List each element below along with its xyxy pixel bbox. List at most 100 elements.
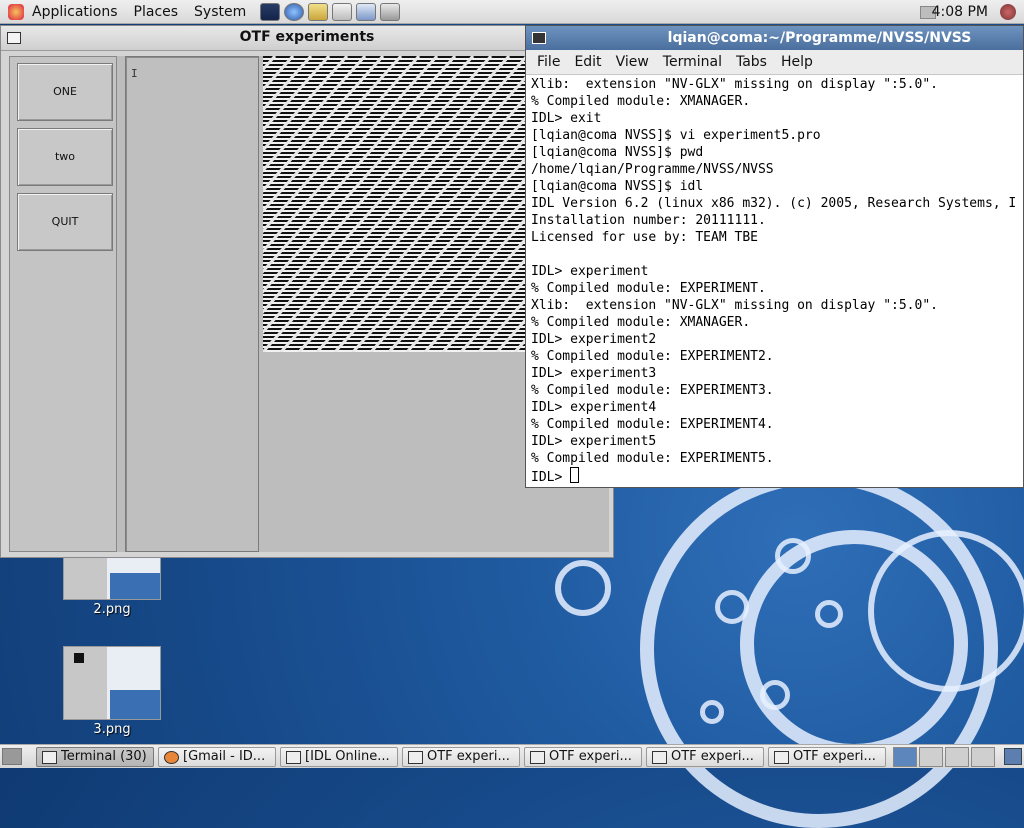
menu-tabs[interactable]: Tabs	[729, 54, 774, 70]
one-button[interactable]: ONE	[17, 63, 113, 121]
task-idl-online[interactable]: [IDL Online...	[280, 747, 398, 767]
window-title: OTF experiments	[239, 29, 375, 45]
window-title: lqian@coma:~/Programme/NVSS/NVSS	[667, 30, 972, 46]
mail-launcher-icon[interactable]	[308, 2, 329, 21]
stripe-line	[263, 196, 527, 198]
menu-edit[interactable]: Edit	[567, 54, 608, 70]
task-terminal[interactable]: Terminal (30)	[36, 747, 154, 767]
stripe-line	[263, 236, 527, 238]
terminal-line: % Compiled module: XMANAGER.	[531, 315, 751, 330]
text-editor-launcher-icon[interactable]	[332, 2, 353, 21]
stripe-line	[263, 252, 527, 254]
stripe-line	[263, 316, 527, 318]
text-cursor-icon: I	[131, 67, 138, 80]
desktop-icon-label: 2.png	[93, 602, 131, 617]
menu-terminal[interactable]: Terminal	[656, 54, 729, 70]
bottom-panel: Terminal (30) [Gmail - ID... [IDL Online…	[0, 744, 1024, 768]
help-icon	[286, 751, 301, 764]
terminal-line: [lqian@coma NVSS]$ vi experiment5.pro	[531, 128, 821, 143]
wallpaper-dot	[815, 600, 843, 628]
terminal-line: IDL> exit	[531, 111, 602, 126]
stripe-line	[263, 296, 527, 298]
stripe-line	[263, 56, 527, 58]
task-label: [IDL Online...	[305, 749, 390, 764]
draw-area-stripes	[263, 56, 527, 352]
stripe-line	[263, 136, 527, 138]
panel-clock[interactable]: 4:08 PM	[932, 0, 988, 24]
menu-view[interactable]: View	[609, 54, 656, 70]
terminal-line: Installation number: 20111111.	[531, 213, 766, 228]
terminal-line: % Compiled module: XMANAGER.	[531, 94, 751, 109]
web-browser-launcher-icon[interactable]	[284, 2, 305, 21]
terminal-line: IDL Version 6.2 (linux x86 m32). (c) 200…	[531, 196, 1017, 211]
stripe-line	[263, 156, 527, 158]
network-launcher-icon[interactable]	[380, 2, 401, 21]
terminal-line: Xlib: extension "NV-GLX" missing on disp…	[531, 77, 938, 92]
menu-applications[interactable]: Applications	[24, 0, 126, 24]
task-label: Terminal (30)	[61, 749, 147, 764]
wallpaper-dot	[760, 680, 790, 710]
task-otf-1[interactable]: OTF experi...	[402, 747, 520, 767]
text-area[interactable]: I	[125, 56, 259, 552]
desktop-icon-label: 3.png	[93, 722, 131, 737]
terminal-line: /home/lqian/Programme/NVSS/NVSS	[531, 162, 774, 177]
stripe-line	[263, 108, 527, 110]
terminal-menubar: File Edit View Terminal Tabs Help	[526, 50, 1023, 75]
task-label: OTF experi...	[427, 749, 510, 764]
terminal-line: IDL> experiment5	[531, 434, 657, 449]
terminal-line: % Compiled module: EXPERIMENT3.	[531, 383, 774, 398]
terminal-line: [lqian@coma NVSS]$ idl	[531, 179, 704, 194]
terminal-launcher-icon[interactable]	[260, 2, 281, 21]
window-icon	[652, 751, 667, 764]
task-otf-3[interactable]: OTF experi...	[646, 747, 764, 767]
workspace-2[interactable]	[919, 747, 943, 767]
window-titlebar[interactable]: lqian@coma:~/Programme/NVSS/NVSS	[526, 26, 1023, 50]
stripe-line	[263, 292, 527, 294]
terminal-window: lqian@coma:~/Programme/NVSS/NVSS File Ed…	[525, 25, 1024, 488]
volume-icon[interactable]	[1000, 4, 1016, 20]
menu-help[interactable]: Help	[774, 54, 820, 70]
stripe-line	[263, 128, 527, 130]
menu-places[interactable]: Places	[126, 0, 187, 24]
trash-icon[interactable]	[1004, 748, 1022, 765]
terminal-cursor	[570, 467, 580, 483]
terminal-prompt-line[interactable]: IDL>	[531, 467, 1021, 484]
show-desktop-icon[interactable]	[2, 748, 22, 765]
menu-file[interactable]: File	[530, 54, 567, 70]
stripe-line	[263, 132, 527, 134]
wallpaper-dot	[700, 700, 724, 724]
wallpaper-dot	[775, 538, 811, 574]
quit-button[interactable]: QUIT	[17, 193, 113, 251]
desktop-icon-3png[interactable]: 3.png	[62, 646, 162, 737]
workspace-1[interactable]	[893, 747, 917, 767]
terminal-line: % Compiled module: EXPERIMENT4.	[531, 417, 774, 432]
terminal-output[interactable]: Xlib: extension "NV-GLX" missing on disp…	[531, 76, 1021, 484]
menu-system[interactable]: System	[186, 0, 254, 24]
workspace-4[interactable]	[971, 747, 995, 767]
workspace-3[interactable]	[945, 747, 969, 767]
thumbnail	[63, 646, 161, 720]
window-icon	[774, 751, 789, 764]
terminal-prompt: IDL>	[531, 470, 571, 484]
notes-launcher-icon[interactable]	[356, 2, 377, 21]
stripe-line	[263, 68, 527, 70]
terminal-line: % Compiled module: EXPERIMENT.	[531, 281, 766, 296]
task-label: [Gmail - ID...	[183, 749, 266, 764]
stripe-line	[263, 312, 527, 314]
stripe-line	[263, 212, 527, 214]
stripe-line	[263, 152, 527, 154]
stripe-line	[263, 332, 527, 334]
otf-experiments-window: OTF experiments ONE two QUIT I	[0, 25, 614, 558]
terminal-line: IDL> experiment	[531, 264, 649, 279]
task-otf-4[interactable]: OTF experi...	[768, 747, 886, 767]
two-button[interactable]: two	[17, 128, 113, 186]
terminal-line: % Compiled module: EXPERIMENT2.	[531, 349, 774, 364]
task-gmail[interactable]: [Gmail - ID...	[158, 747, 276, 767]
window-titlebar[interactable]: OTF experiments	[1, 26, 613, 51]
stripe-line	[263, 92, 527, 94]
stripe-line	[263, 172, 527, 174]
terminal-line: [lqian@coma NVSS]$ pwd	[531, 145, 704, 160]
task-otf-2[interactable]: OTF experi...	[524, 747, 642, 767]
task-label: OTF experi...	[549, 749, 632, 764]
window-menu-icon[interactable]	[532, 32, 546, 44]
